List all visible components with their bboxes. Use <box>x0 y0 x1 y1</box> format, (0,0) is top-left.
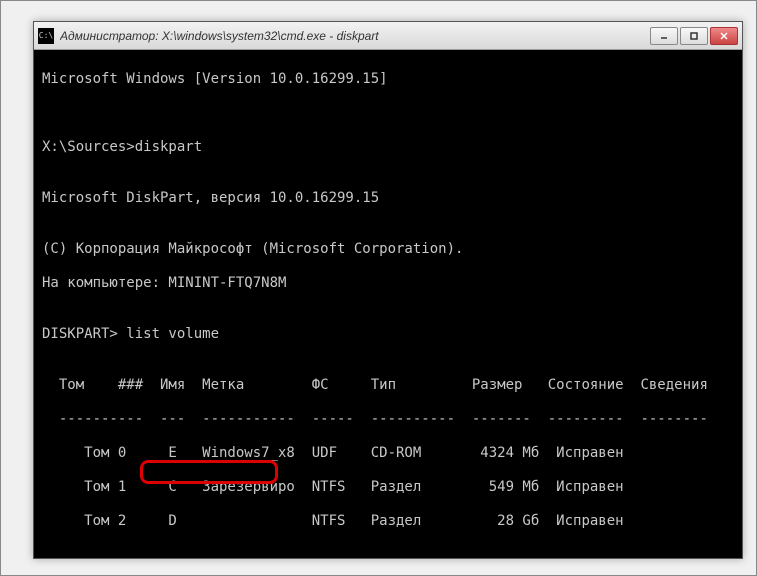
table-row: Том 1 C Зарезервиро NTFS Раздел 549 Mб И… <box>42 479 734 496</box>
table-divider: ---------- --- ----------- ----- -------… <box>42 411 734 428</box>
cmd-icon: C:\ <box>38 28 54 44</box>
table-row: Том 0 E Windows7_x8 UDF CD-ROM 4324 Mб И… <box>42 445 734 462</box>
output-line: Microsoft Windows [Version 10.0.16299.15… <box>42 71 734 88</box>
maximize-button[interactable] <box>680 27 708 45</box>
prompt-line: X:\Sources>diskpart <box>42 139 734 156</box>
table-row: Том 2 D NTFS Раздел 28 Gб Исправен <box>42 513 734 530</box>
prompt-line: DISKPART> list volume <box>42 326 734 343</box>
table-header: Том ### Имя Метка ФС Тип Размер Состояни… <box>42 377 734 394</box>
titlebar[interactable]: C:\ Администратор: X:\windows\system32\c… <box>34 22 742 50</box>
terminal-output[interactable]: Microsoft Windows [Version 10.0.16299.15… <box>34 50 742 558</box>
close-button[interactable] <box>710 27 738 45</box>
output-line: (C) Корпорация Майкрософт (Microsoft Cor… <box>42 241 734 258</box>
minimize-button[interactable] <box>650 27 678 45</box>
output-line: На компьютере: MININT-FTQ7N8M <box>42 275 734 292</box>
window-title: Администратор: X:\windows\system32\cmd.e… <box>60 29 650 43</box>
cmd-window: C:\ Администратор: X:\windows\system32\c… <box>33 21 743 559</box>
output-line: Microsoft DiskPart, версия 10.0.16299.15 <box>42 190 734 207</box>
window-controls <box>650 27 738 45</box>
